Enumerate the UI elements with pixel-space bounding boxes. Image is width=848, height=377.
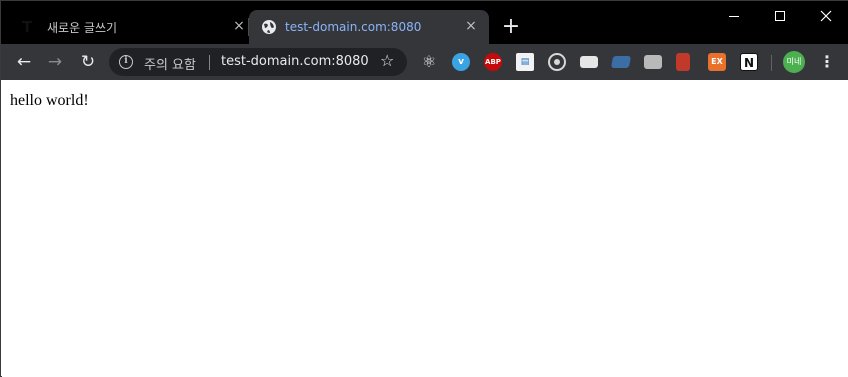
- page-viewport: hello world!: [2, 80, 848, 377]
- info-icon[interactable]: i: [119, 55, 133, 69]
- security-status[interactable]: 주의 요함: [144, 54, 196, 73]
- browser-menu-icon[interactable]: ⋮: [819, 50, 835, 74]
- globe-icon: [262, 20, 276, 34]
- adblock-plus-icon[interactable]: ABP: [484, 53, 502, 71]
- tab-test-domain[interactable]: test-domain.com:8080 ×: [249, 10, 489, 44]
- camera-extension-icon[interactable]: [644, 55, 662, 69]
- address-bar[interactable]: i 주의 요함 test-domain.com:8080 ☆: [109, 48, 407, 76]
- flag-extension-icon[interactable]: [610, 56, 632, 68]
- minimize-icon: [729, 16, 739, 17]
- forward-button[interactable]: →: [41, 48, 69, 76]
- page-extension-icon[interactable]: ▤: [516, 53, 534, 71]
- book-extension-icon[interactable]: [676, 53, 690, 71]
- tistory-logo-icon: T: [22, 18, 33, 36]
- page-content-text: hello world!: [10, 92, 89, 109]
- close-tab-icon[interactable]: ×: [231, 18, 247, 34]
- notion-extension-icon[interactable]: N: [740, 53, 758, 71]
- ex-extension-icon[interactable]: EX: [708, 53, 726, 71]
- maximize-button[interactable]: [757, 1, 803, 31]
- bookmark-star-icon[interactable]: ☆: [380, 51, 394, 70]
- close-window-button[interactable]: [803, 1, 848, 31]
- tab-strip: T 새로운 글쓰기 × test-domain.com:8080 × +: [1, 1, 848, 44]
- browser-window: T 새로운 글쓰기 × test-domain.com:8080 × + ← →…: [0, 0, 848, 377]
- tab-title: 새로운 글쓰기: [47, 20, 118, 35]
- target-extension-icon[interactable]: [548, 53, 566, 71]
- maximize-icon: [775, 11, 785, 21]
- browser-toolbar: ← → ↻ i 주의 요함 test-domain.com:8080 ☆ ⚛ v…: [1, 44, 848, 80]
- toolbar-separator: [771, 55, 772, 71]
- minimize-button[interactable]: [711, 1, 757, 31]
- react-devtools-icon[interactable]: ⚛: [420, 53, 438, 71]
- close-icon: [820, 10, 832, 22]
- new-tab-button[interactable]: +: [498, 15, 524, 41]
- reload-button[interactable]: ↻: [74, 48, 102, 76]
- address-separator: [209, 55, 210, 70]
- screen-extension-icon[interactable]: [580, 56, 598, 68]
- vimeo-extension-icon[interactable]: v: [452, 53, 470, 71]
- tab-new-post[interactable]: T 새로운 글쓰기 ×: [9, 10, 249, 44]
- profile-avatar[interactable]: 미네: [783, 51, 805, 73]
- tab-title: test-domain.com:8080: [285, 20, 422, 34]
- close-tab-icon[interactable]: ×: [463, 18, 479, 34]
- url-text[interactable]: test-domain.com:8080: [221, 54, 369, 69]
- back-button[interactable]: ←: [10, 48, 38, 76]
